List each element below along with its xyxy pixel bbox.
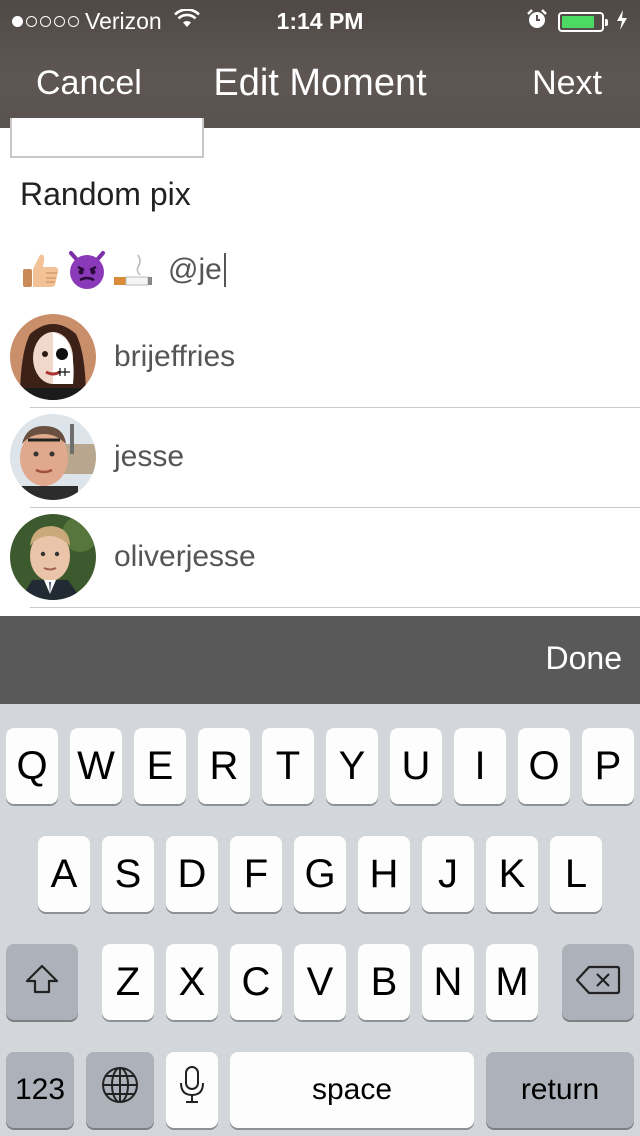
space-key[interactable]: space xyxy=(230,1052,474,1128)
status-bar: Verizon 1:14 PM xyxy=(0,0,640,40)
key-g[interactable]: G xyxy=(294,836,346,912)
key-o[interactable]: O xyxy=(518,728,570,804)
backspace-icon xyxy=(575,960,621,1005)
globe-key[interactable] xyxy=(86,1052,154,1128)
dictation-key[interactable] xyxy=(166,1052,218,1128)
globe-icon xyxy=(100,1065,140,1115)
top-bar: Verizon 1:14 PM Cancel Edit Moment Next xyxy=(0,0,640,128)
suggestion-username: oliverjesse xyxy=(114,540,256,573)
charging-bolt-icon xyxy=(616,9,628,36)
suggestion-row[interactable]: oliverjesse xyxy=(0,508,640,608)
key-s[interactable]: S xyxy=(102,836,154,912)
key-q[interactable]: Q xyxy=(6,728,58,804)
key-v[interactable]: V xyxy=(294,944,346,1020)
backspace-key[interactable] xyxy=(562,944,634,1020)
key-p[interactable]: P xyxy=(582,728,634,804)
numbers-key[interactable]: 123 xyxy=(6,1052,74,1128)
photo-thumbnail[interactable] xyxy=(10,118,204,158)
microphone-icon xyxy=(178,1065,206,1115)
thumbs-up-emoji xyxy=(20,249,62,291)
navigation-bar: Cancel Edit Moment Next xyxy=(0,44,640,128)
suggestion-row[interactable]: jesse xyxy=(0,408,640,508)
return-key[interactable]: return xyxy=(486,1052,634,1128)
key-l[interactable]: L xyxy=(550,836,602,912)
comment-input[interactable]: @je xyxy=(20,248,226,292)
battery-icon xyxy=(558,12,608,32)
cigarette-emoji xyxy=(112,249,154,291)
cancel-button[interactable]: Cancel xyxy=(36,64,142,103)
key-y[interactable]: Y xyxy=(326,728,378,804)
key-x[interactable]: X xyxy=(166,944,218,1020)
next-button[interactable]: Next xyxy=(532,64,602,103)
avatar-jesse xyxy=(10,414,96,500)
caption-text[interactable]: Random pix xyxy=(20,176,191,213)
key-h[interactable]: H xyxy=(358,836,410,912)
key-z[interactable]: Z xyxy=(102,944,154,1020)
keyboard: Q W E R T Y U I O P A S D F G H J K L Z … xyxy=(0,704,640,1136)
suggestion-row[interactable]: brijeffries xyxy=(0,308,640,408)
shift-icon xyxy=(24,960,60,1005)
key-f[interactable]: F xyxy=(230,836,282,912)
key-c[interactable]: C xyxy=(230,944,282,1020)
key-w[interactable]: W xyxy=(70,728,122,804)
alarm-icon xyxy=(526,8,548,36)
key-k[interactable]: K xyxy=(486,836,538,912)
mention-text: @je xyxy=(168,253,226,287)
key-j[interactable]: J xyxy=(422,836,474,912)
suggestion-username: jesse xyxy=(114,440,185,473)
key-a[interactable]: A xyxy=(38,836,90,912)
key-d[interactable]: D xyxy=(166,836,218,912)
avatar-oliverjesse xyxy=(10,514,96,600)
mention-suggestions-list: brijeffries jesse oliverjesse xyxy=(0,308,640,608)
key-t[interactable]: T xyxy=(262,728,314,804)
avatar-brijeffries xyxy=(10,314,96,400)
key-n[interactable]: N xyxy=(422,944,474,1020)
done-button[interactable]: Done xyxy=(546,640,623,677)
key-e[interactable]: E xyxy=(134,728,186,804)
key-u[interactable]: U xyxy=(390,728,442,804)
shift-key[interactable] xyxy=(6,944,78,1020)
row-divider xyxy=(30,607,640,608)
key-b[interactable]: B xyxy=(358,944,410,1020)
imp-emoji xyxy=(66,249,108,291)
key-m[interactable]: M xyxy=(486,944,538,1020)
suggestion-username: brijeffries xyxy=(114,340,236,373)
key-r[interactable]: R xyxy=(198,728,250,804)
key-i[interactable]: I xyxy=(454,728,506,804)
keyboard-accessory-bar: Done xyxy=(0,616,640,704)
